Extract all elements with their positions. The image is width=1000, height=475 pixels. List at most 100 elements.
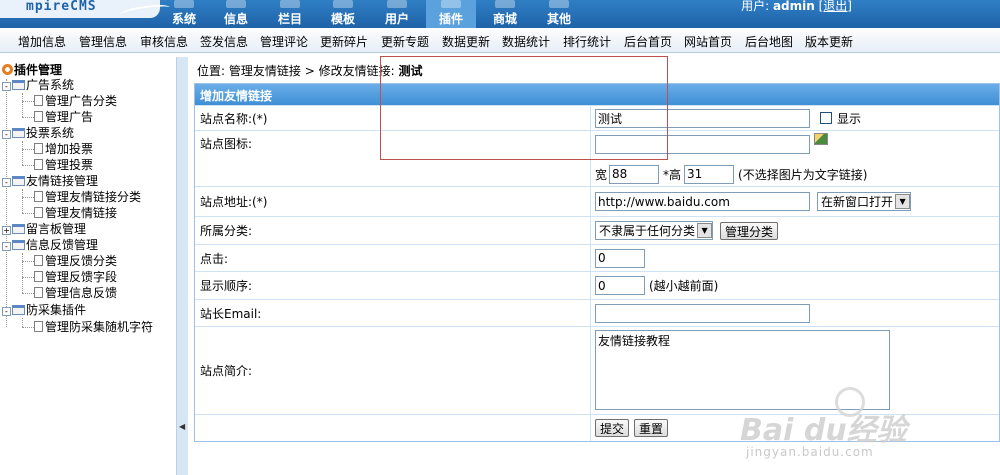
page-icon [34,255,43,266]
page-icon [34,95,43,106]
row-icon-size: 宽 *高 (不选择图片为文字链接) [195,162,999,186]
sub-navigation: 增加信息 管理信息 审核信息 签发信息 管理评论 更新碎片 更新专题 数据更新 … [0,28,1000,53]
tree-group-vote[interactable]: - 投票系统 [2,125,74,141]
height-input[interactable] [684,164,735,184]
menu-other[interactable]: 其他 [534,0,584,28]
collapse-icon[interactable]: - [2,82,11,91]
show-checkbox[interactable] [820,112,832,124]
email-input[interactable] [595,303,810,323]
tree-group-friendlinks[interactable]: - 友情链接管理 [2,173,98,189]
subnav-manage-comments[interactable]: 管理评论 [260,33,308,50]
subnav-update-fragments[interactable]: 更新碎片 [320,33,368,50]
tree-item-manage-anticollect-chars[interactable]: 管理防采集随机字符 [34,319,153,335]
email-label: 站长Email: [195,300,591,326]
subnav-sign-info[interactable]: 签发信息 [200,33,248,50]
show-label: 显示 [837,111,862,126]
collapse-icon[interactable]: - [2,130,11,139]
row-category: 所属分类: 不隶属于任何分类 ▼ 管理分类 [195,216,999,244]
page-icon [34,271,43,282]
tree-item-manage-feedback-fields[interactable]: 管理反馈字段 [34,269,117,285]
tree-item-manage-links[interactable]: 管理友情链接 [34,205,117,221]
collapse-arrow-icon[interactable]: ◀ [179,422,185,431]
tree-group-ads[interactable]: - 广告系统 [2,77,74,93]
logo: mpireCMS [0,0,171,20]
clicks-input[interactable] [595,248,645,268]
height-label: *高 [663,167,682,182]
tree-item-manage-ads[interactable]: 管理广告 [34,109,93,125]
top-header: mpireCMS 系统 信息 栏目 模板 用户 插件 商城 其他 用户: adm… [0,0,1000,28]
site-url-input[interactable] [595,192,810,211]
open-mode-select[interactable]: 在新窗口打开 ▼ [817,192,912,211]
row-site-url: 站点地址:(*) 在新窗口打开▼ [195,186,999,216]
site-url-label: 站点地址:(*) [195,187,591,216]
subnav-data-stats[interactable]: 数据统计 [502,33,550,50]
tree-group-guestbook[interactable]: + 留言板管理 [2,221,86,237]
order-hint: (越小越前面) [649,279,719,293]
tree-item-manage-feedback[interactable]: 管理信息反馈 [34,285,117,301]
tree-group-anticollect[interactable]: - 防采集插件 [2,302,86,318]
width-input[interactable] [609,164,660,184]
reset-button[interactable]: 重置 [634,419,669,437]
tree-item-manage-feedback-category[interactable]: 管理反馈分类 [34,253,117,269]
subnav-add-info[interactable]: 增加信息 [18,33,66,50]
folder-icon [12,305,25,315]
folder-icon [12,224,25,234]
tree-root: 插件管理 [2,61,62,78]
menu-user[interactable]: 用户 [372,0,422,28]
tree-item-manage-link-category[interactable]: 管理友情链接分类 [34,189,141,205]
collapse-icon[interactable]: - [2,178,11,187]
collapse-icon[interactable]: - [2,307,11,316]
subnav-manage-info[interactable]: 管理信息 [79,33,127,50]
subnav-update-topics[interactable]: 更新专题 [381,33,429,50]
row-order: 显示顺序: (越小越前面) [195,271,999,299]
subnav-admin-home[interactable]: 后台首页 [624,33,672,50]
folder-icon [12,128,25,138]
gear-icon [2,64,13,75]
expand-icon[interactable]: + [2,226,11,235]
page-icon [34,191,43,202]
logout-link[interactable]: [退出] [819,0,852,13]
page-icon [34,159,43,170]
image-picker-icon[interactable] [814,133,828,145]
submit-button[interactable]: 提交 [595,419,630,437]
category-select[interactable]: 不隶属于任何分类 ▼ [595,221,714,240]
tree-item-add-vote[interactable]: 增加投票 [34,141,93,157]
subnav-version-update[interactable]: 版本更新 [805,33,853,50]
menu-column[interactable]: 栏目 [265,0,315,28]
menu-info[interactable]: 信息 [211,0,261,28]
folder-icon [12,176,25,186]
breadcrumb-manage-links[interactable]: 管理友情链接 [229,64,301,78]
folder-icon [12,240,25,250]
tree-item-manage-ad-category[interactable]: 管理广告分类 [34,93,117,109]
page-icon [34,111,43,122]
tree-group-feedback[interactable]: - 信息反馈管理 [2,237,98,253]
subnav-admin-map[interactable]: 后台地图 [745,33,793,50]
subnav-data-update[interactable]: 数据更新 [442,33,490,50]
page-icon [34,143,43,154]
collapse-icon[interactable]: - [2,242,11,251]
order-input[interactable] [595,276,645,295]
chevron-down-icon: ▼ [895,194,911,209]
menu-template[interactable]: 模板 [318,0,368,28]
width-label: 宽 [595,167,608,182]
user-area: 用户: admin [退出] [741,0,852,13]
size-hint: (不选择图片为文字链接) [738,167,868,182]
sidebar-splitter[interactable]: ◀ [176,57,188,475]
tree-item-manage-vote[interactable]: 管理投票 [34,157,93,173]
manage-category-button[interactable]: 管理分类 [720,221,779,240]
subnav-rank-stats[interactable]: 排行统计 [563,33,611,50]
folder-icon [12,80,25,90]
category-label: 所属分类: [195,217,591,244]
row-email: 站长Email: [195,299,999,326]
watermark: Bai du经验 jingyan.baidu.com [740,387,990,467]
username: admin [772,0,815,13]
subnav-review-info[interactable]: 审核信息 [140,33,188,50]
page-icon [34,207,43,218]
sidebar-tree: 插件管理 - 广告系统 管理广告分类 管理广告 - 投票系统 增加投票 管理投票 -… [0,57,176,475]
subnav-site-home[interactable]: 网站首页 [684,33,732,50]
menu-plugin[interactable]: 插件 [426,0,476,28]
menu-system[interactable]: 系统 [159,0,209,28]
page-icon [34,321,43,332]
chevron-down-icon: ▼ [697,223,713,238]
menu-shop[interactable]: 商城 [480,0,530,28]
